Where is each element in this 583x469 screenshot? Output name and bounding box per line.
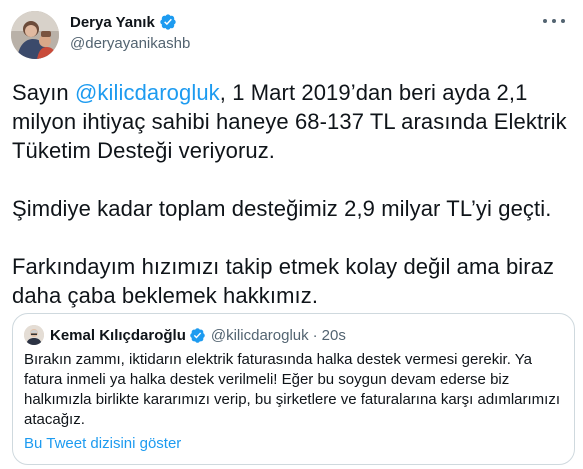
user-photo-icon <box>24 325 44 345</box>
quoted-timestamp[interactable]: 20s <box>322 327 346 344</box>
quoted-tweet-text: Bırakın zammı, iktidarın elektrik fatura… <box>24 351 561 428</box>
verified-badge-icon <box>190 327 205 343</box>
dot-icon <box>552 19 556 23</box>
dot-icon <box>543 19 547 23</box>
user-photo-icon <box>11 11 59 59</box>
quoted-author-avatar <box>24 325 44 345</box>
show-thread-link[interactable]: Bu Tweet dizisini göster <box>24 435 181 452</box>
author-avatar[interactable] <box>11 11 59 59</box>
tweet-paragraph-1: Sayın @kilicdarogluk, 1 Mart 2019’dan be… <box>12 78 577 165</box>
tweet-paragraph-2: Şimdiye kadar toplam desteğimiz 2,9 mily… <box>12 196 552 221</box>
author-info: Derya Yanık @deryayanikashb <box>70 12 190 53</box>
quoted-author-handle: @kilicdarogluk <box>210 326 309 344</box>
text-span: Sayın <box>12 80 75 105</box>
tweet-card[interactable]: Derya Yanık @deryayanikashb Sayın @kilic… <box>0 0 583 469</box>
mention-link[interactable]: @kilicdarogluk <box>75 80 220 105</box>
more-options-icon[interactable] <box>543 14 565 28</box>
tweet-text: Sayın @kilicdarogluk, 1 Mart 2019’dan be… <box>12 78 577 310</box>
dot-icon <box>561 19 565 23</box>
separator-dot: · <box>312 326 318 344</box>
quoted-tweet-header: Kemal Kılıçdaroğlu @kilicdarogluk · 20s <box>24 325 346 345</box>
quoted-author-name[interactable]: Kemal Kılıçdaroğlu <box>50 327 186 344</box>
author-name[interactable]: Derya Yanık <box>70 14 155 31</box>
tweet-paragraph-3: Farkındayım hızımızı takip etmek kolay d… <box>12 254 555 308</box>
verified-badge-icon <box>160 14 176 30</box>
author-handle[interactable]: @deryayanikashb <box>70 35 190 52</box>
quoted-tweet[interactable]: Kemal Kılıçdaroğlu @kilicdarogluk · 20s … <box>12 313 575 465</box>
